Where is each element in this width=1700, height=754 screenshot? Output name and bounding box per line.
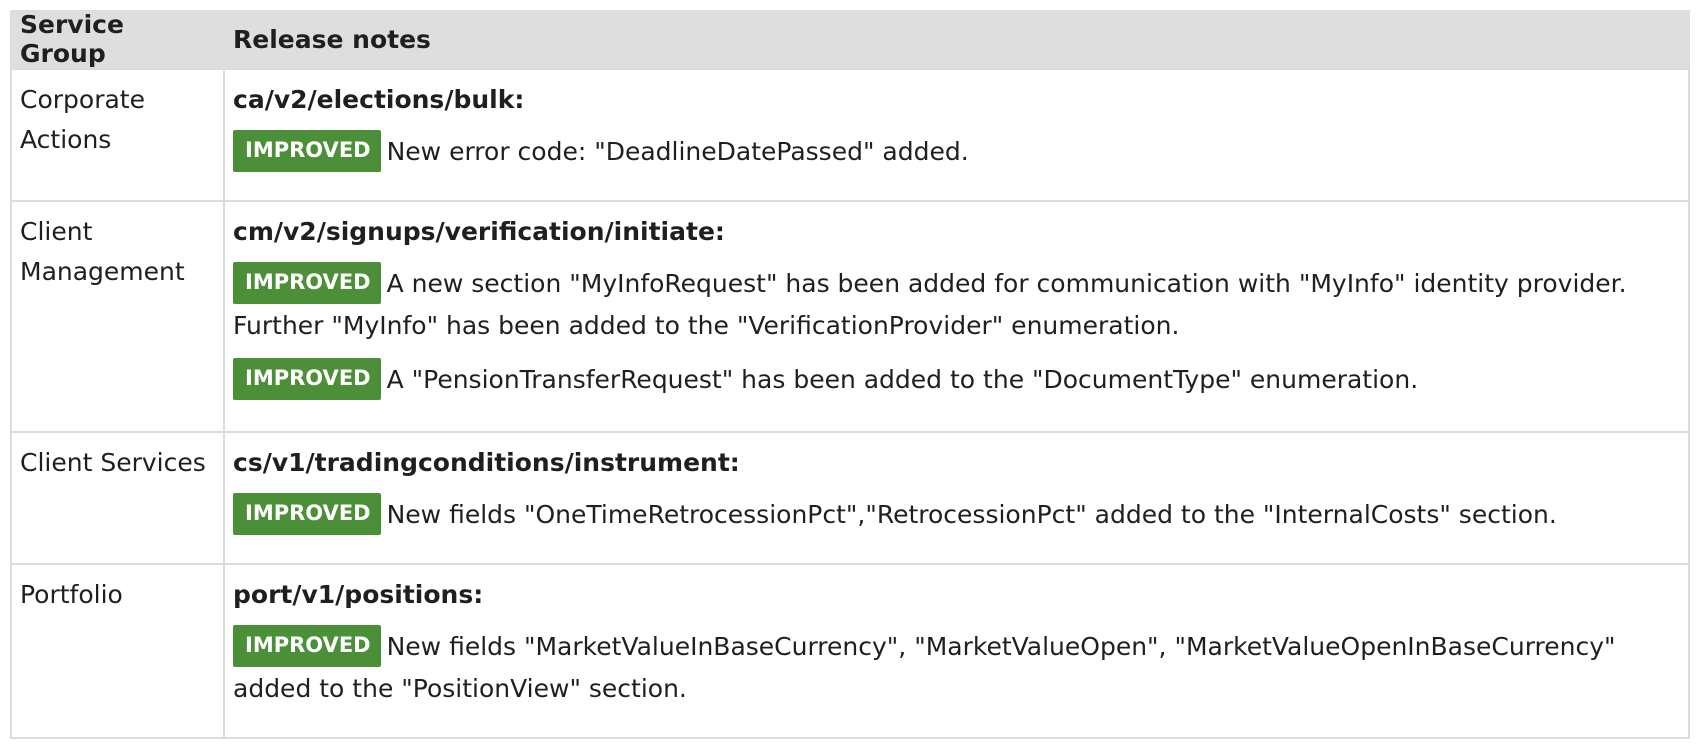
release-note: IMPROVED New error code: "DeadlineDatePas… bbox=[233, 130, 1680, 174]
release-notes-cell: cm/v2/signups/verification/initiate: IMP… bbox=[223, 200, 1690, 433]
release-notes-cell: ca/v2/elections/bulk: IMPROVED New error … bbox=[223, 68, 1690, 202]
improved-badge: IMPROVED bbox=[233, 493, 381, 535]
improved-badge: IMPROVED bbox=[233, 358, 381, 400]
service-group-label: Corporate Actions bbox=[20, 85, 145, 154]
service-group-cell: Client Management bbox=[10, 200, 225, 433]
column-header-release-notes: Release notes bbox=[223, 10, 1690, 69]
table-row: Client Services cs/v1/tradingconditions/… bbox=[10, 431, 1690, 565]
service-group-cell: Corporate Actions bbox=[10, 68, 225, 202]
service-group-cell: Portfolio bbox=[10, 563, 225, 739]
endpoint-label: ca/v2/elections/bulk: bbox=[233, 85, 525, 114]
release-notes-table: Service Group Release notes Corporate Ac… bbox=[10, 10, 1690, 739]
release-note-text: New error code: "DeadlineDatePassed" add… bbox=[386, 137, 969, 166]
service-group-label: Portfolio bbox=[20, 580, 123, 609]
release-notes-cell: cs/v1/tradingconditions/instrument: IMPR… bbox=[223, 431, 1690, 565]
release-notes-cell: port/v1/positions: IMPROVED New fields "M… bbox=[223, 563, 1690, 739]
endpoint-label: cm/v2/signups/verification/initiate: bbox=[233, 217, 725, 246]
release-note: IMPROVED A new section "MyInfoRequest" ha… bbox=[233, 262, 1680, 346]
release-note-text: A new section "MyInfoRequest" has been a… bbox=[233, 269, 1627, 340]
service-group-label: Client Management bbox=[20, 217, 185, 286]
improved-badge: IMPROVED bbox=[233, 625, 381, 667]
release-note-text: New fields "OneTimeRetrocessionPct","Ret… bbox=[386, 500, 1557, 529]
table-row: Portfolio port/v1/positions: IMPROVED New… bbox=[10, 563, 1690, 739]
endpoint-label: port/v1/positions: bbox=[233, 580, 484, 609]
service-group-label: Client Services bbox=[20, 448, 206, 477]
release-note-text: A "PensionTransferRequest" has been adde… bbox=[386, 365, 1419, 394]
improved-badge: IMPROVED bbox=[233, 130, 381, 172]
release-note: IMPROVED New fields "OneTimeRetrocessionP… bbox=[233, 493, 1680, 537]
endpoint-label: cs/v1/tradingconditions/instrument: bbox=[233, 448, 740, 477]
table-row: Client Management cm/v2/signups/verifica… bbox=[10, 200, 1690, 433]
release-note: IMPROVED New fields "MarketValueInBaseCur… bbox=[233, 625, 1680, 709]
release-note: IMPROVED A "PensionTransferRequest" has b… bbox=[233, 358, 1680, 402]
improved-badge: IMPROVED bbox=[233, 262, 381, 304]
table-row: Corporate Actions ca/v2/elections/bulk: … bbox=[10, 68, 1690, 202]
service-group-cell: Client Services bbox=[10, 431, 225, 565]
table-header-row: Service Group Release notes bbox=[10, 10, 1690, 69]
release-note-text: New fields "MarketValueInBaseCurrency", … bbox=[233, 632, 1616, 703]
column-header-service-group: Service Group bbox=[10, 10, 225, 69]
